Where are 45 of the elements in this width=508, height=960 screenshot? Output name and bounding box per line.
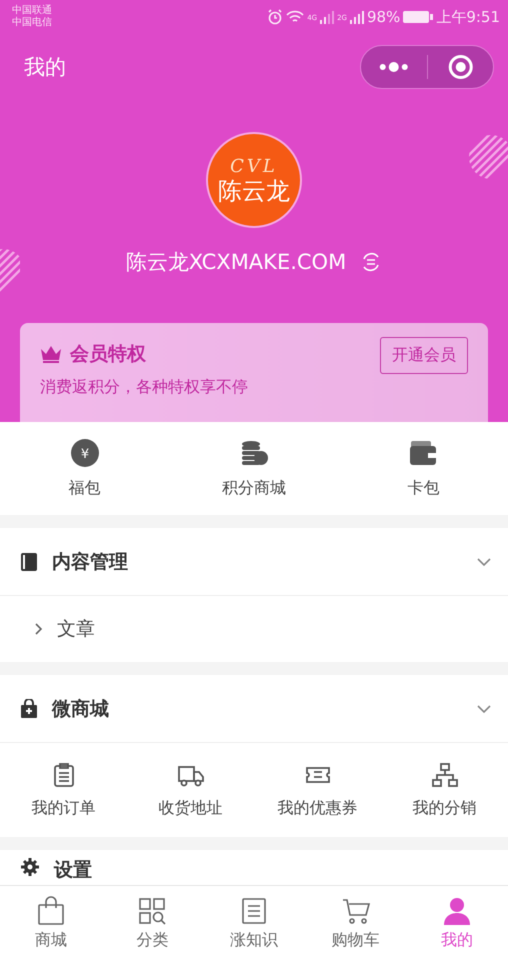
tab[interactable]: 购物车	[304, 886, 406, 960]
battery-percent: 98%	[366, 8, 400, 26]
crown-icon	[40, 345, 62, 363]
section-title: 内容管理	[52, 550, 128, 574]
book-icon	[20, 552, 38, 572]
battery-icon	[403, 10, 434, 24]
shop-link[interactable]: 我的优惠券	[254, 743, 381, 837]
grid-icon	[137, 896, 168, 926]
membership-subtitle: 消费返积分，各种特权享不停	[40, 377, 249, 398]
page-title: 我的	[24, 54, 67, 81]
shop-link[interactable]: 我的订单	[0, 743, 127, 837]
signal-icon	[350, 10, 364, 24]
shop-link[interactable]: 我的分销	[381, 743, 508, 837]
chevron-down-icon[interactable]	[476, 704, 492, 714]
tab[interactable]: 分类	[102, 886, 204, 960]
person-icon	[442, 896, 472, 926]
shopping-bag-icon	[20, 698, 38, 718]
hierarchy-icon	[430, 762, 458, 788]
money-bag-icon: ¥	[70, 438, 100, 468]
tab[interactable]: 我的	[406, 886, 508, 960]
carrier-name: 中国联通	[12, 5, 52, 16]
avatar-text: 陈云龙	[218, 176, 290, 204]
user-name: 陈云龙XCXMAKE.COM	[126, 249, 346, 276]
alarm-icon	[267, 9, 284, 25]
quick-link[interactable]: 卡包	[338, 422, 508, 515]
list-item[interactable]: 文章	[0, 596, 508, 662]
chevron-down-icon[interactable]	[476, 556, 492, 566]
clock-time: 上午9:51	[436, 8, 500, 26]
membership-title: 会员特权	[70, 342, 146, 367]
shop-link[interactable]: 收货地址	[127, 743, 254, 837]
tab[interactable]: 涨知识	[203, 886, 305, 960]
shopping-bag-icon	[36, 896, 66, 926]
section-title: 微商城	[52, 696, 109, 722]
quick-link[interactable]: ¥ 福包	[0, 422, 170, 515]
wifi-icon	[286, 10, 304, 24]
tab[interactable]: 商城	[0, 886, 102, 960]
chevron-right-icon	[34, 622, 43, 636]
settings-icon	[20, 857, 40, 877]
avatar-text: CVL	[230, 156, 278, 176]
stripe-circle-drawing	[468, 134, 508, 180]
quick-link[interactable]: 积分商城	[169, 422, 339, 515]
carrier-name: 中国电信	[12, 17, 52, 29]
signal-icon	[320, 10, 334, 24]
section-title: 设置	[54, 858, 92, 883]
wallet-icon	[408, 438, 438, 468]
